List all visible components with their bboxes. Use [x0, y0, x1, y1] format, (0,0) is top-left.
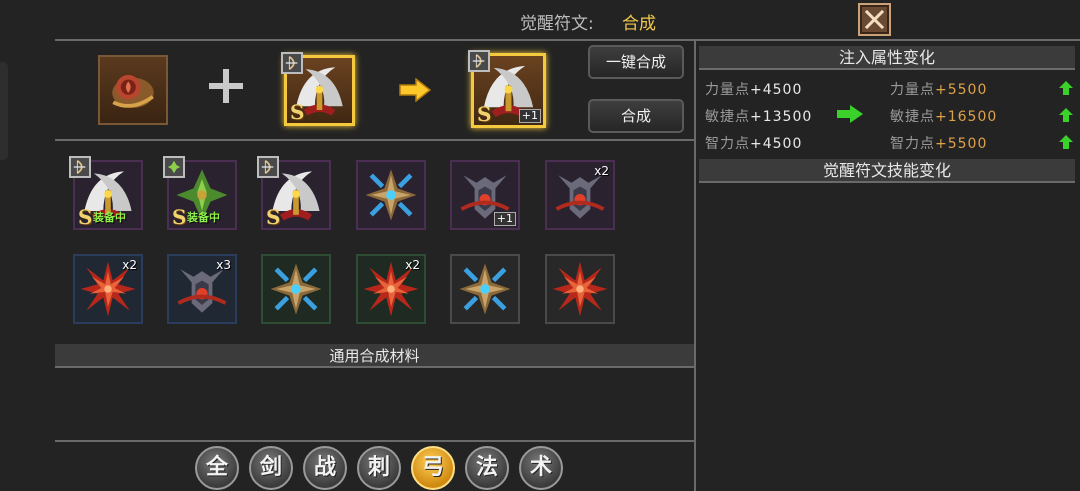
filter-sword-button[interactable]: 剑: [249, 446, 293, 490]
synth-button[interactable]: 合成: [588, 99, 684, 133]
inventory-slot[interactable]: [356, 160, 426, 230]
inventory-slot[interactable]: x2: [356, 254, 426, 324]
page-title: 觉醒符文:: [520, 14, 594, 34]
cross-rune-icon: [452, 256, 518, 322]
increase-arrow-icon: [1059, 81, 1073, 95]
class-badge: [257, 156, 279, 178]
filter-spell-button[interactable]: 术: [519, 446, 563, 490]
equipped-tag: 装备中: [187, 211, 220, 224]
grade-label: S: [78, 205, 93, 229]
side-edge-tab[interactable]: [0, 62, 8, 160]
close-button[interactable]: [858, 3, 891, 36]
stack-count: x2: [122, 258, 137, 272]
stat-value-old: +4500: [750, 136, 803, 152]
class-badge: [281, 52, 303, 74]
arrow-right-icon: [399, 78, 432, 102]
main-rune-slot[interactable]: S: [281, 52, 355, 126]
cross-rune-icon: [358, 162, 424, 228]
filter-assassin-button[interactable]: 刺: [357, 446, 401, 490]
stat-value-new: +5500: [935, 82, 988, 98]
inventory-slot[interactable]: [450, 254, 520, 324]
stat-new-strength: 力量点+5500: [890, 79, 987, 99]
synthesis-divider: [55, 139, 695, 141]
inventory-slot[interactable]: S 装备中: [69, 156, 143, 230]
stat-value-new: +5500: [935, 136, 988, 152]
upgrade-level-tag: +1: [493, 212, 516, 226]
material-slot[interactable]: [98, 55, 168, 125]
stat-label: 力量点: [890, 82, 935, 98]
stat-value-old: +13500: [750, 109, 813, 125]
filter-mage-button[interactable]: 法: [465, 446, 509, 490]
burst-rune-icon: [552, 261, 608, 317]
inventory-slot[interactable]: x2: [545, 160, 615, 230]
inventory-slot[interactable]: S 装备中: [163, 156, 237, 230]
stack-count: x3: [216, 258, 231, 272]
materials-section-title: 通用合成材料: [55, 344, 694, 368]
leaf-icon: [167, 160, 181, 174]
inventory-slot[interactable]: x3: [167, 254, 237, 324]
stat-label: 力量点: [705, 82, 750, 98]
grade-label: S: [290, 100, 305, 124]
skill-change-title: 觉醒符文技能变化: [699, 159, 1075, 183]
stat-label: 敏捷点: [890, 109, 935, 125]
filter-divider: [55, 440, 695, 442]
filter-warrior-button[interactable]: 战: [303, 446, 347, 490]
grade-label: S: [477, 102, 492, 126]
grade-label: S: [266, 205, 281, 229]
bow-icon: [284, 55, 299, 71]
inventory-slot[interactable]: [545, 254, 615, 324]
plus-icon: [209, 69, 243, 103]
header-divider: [55, 39, 1080, 41]
increase-arrow-icon: [1059, 135, 1073, 149]
increase-arrow-icon: [1059, 108, 1073, 122]
one-click-synth-button[interactable]: 一键合成: [588, 45, 684, 79]
stack-count: x2: [405, 258, 420, 272]
arrow-right-icon: [837, 105, 863, 123]
class-badge: [69, 156, 91, 178]
stat-label: 敏捷点: [705, 109, 750, 125]
stat-old-agility: 敏捷点+13500: [705, 106, 812, 126]
result-rune-slot[interactable]: S +1: [468, 50, 546, 128]
class-badge: [163, 156, 185, 178]
rose-rune-icon: [110, 73, 156, 110]
inventory-slot[interactable]: S: [257, 156, 331, 230]
grade-label: S: [172, 205, 187, 229]
close-icon: [865, 10, 884, 29]
stat-new-intellect: 智力点+5500: [890, 133, 987, 153]
filter-all-button[interactable]: 全: [195, 446, 239, 490]
bow-icon: [471, 53, 486, 69]
bow-icon: [260, 159, 275, 175]
upgrade-level-tag: +1: [518, 109, 541, 123]
inventory-slot[interactable]: [261, 254, 331, 324]
stack-count: x2: [594, 164, 609, 178]
stat-old-intellect: 智力点+4500: [705, 133, 802, 153]
filter-bow-button[interactable]: 弓: [411, 446, 455, 490]
equipped-tag: 装备中: [93, 211, 126, 224]
cross-rune-icon: [263, 256, 329, 322]
stat-value-old: +4500: [750, 82, 803, 98]
inventory-slot[interactable]: +1: [450, 160, 520, 230]
stat-old-strength: 力量点+4500: [705, 79, 802, 99]
inventory-slot[interactable]: x2: [73, 254, 143, 324]
class-badge: [468, 50, 490, 72]
inject-stats-title: 注入属性变化: [699, 46, 1075, 70]
stat-label: 智力点: [705, 136, 750, 152]
panel-divider: [694, 41, 696, 491]
stat-value-new: +16500: [935, 109, 998, 125]
bow-icon: [72, 159, 87, 175]
stat-label: 智力点: [890, 136, 935, 152]
mode-label: 合成: [622, 14, 656, 34]
stat-new-agility: 敏捷点+16500: [890, 106, 997, 126]
